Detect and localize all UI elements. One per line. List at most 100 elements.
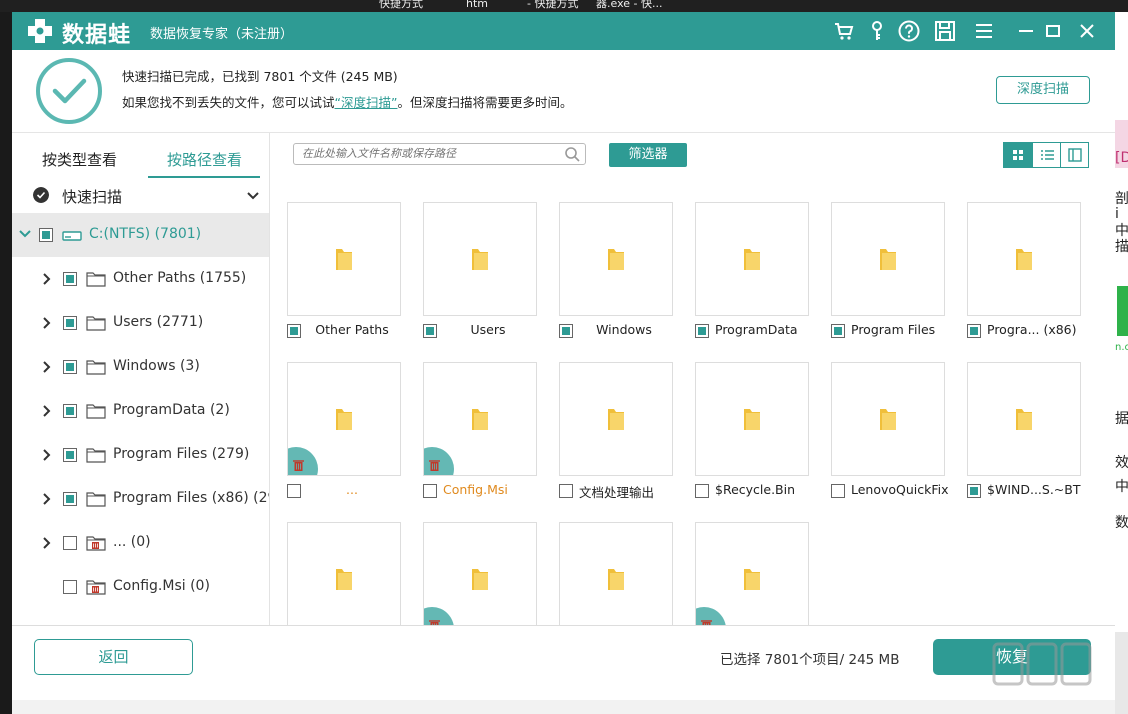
chevron-right-icon[interactable] [42, 405, 52, 417]
tab-by-path[interactable]: 按路径查看 [167, 149, 242, 170]
folder-caption: ... [287, 482, 407, 500]
chevron-right-icon[interactable] [42, 317, 52, 329]
close-icon[interactable] [1075, 19, 1099, 43]
folder-caption: Program Files [831, 322, 951, 340]
folder-caption: Config.Msi [423, 482, 543, 500]
folder-icon [86, 359, 106, 375]
chevron-down-icon[interactable] [246, 189, 260, 203]
folder-card[interactable] [967, 202, 1081, 316]
chevron-right-icon[interactable] [42, 273, 52, 285]
chevron-right-icon[interactable] [42, 493, 52, 505]
tree-checkbox[interactable] [63, 316, 77, 330]
folder-card[interactable] [967, 362, 1081, 476]
item-checkbox[interactable] [423, 484, 437, 498]
back-button[interactable]: 返回 [34, 639, 193, 675]
tree-checkbox[interactable] [63, 404, 77, 418]
tree-checkbox[interactable] [63, 448, 77, 462]
tree-drive-row[interactable]: C:(NTFS) (7801) [12, 213, 269, 257]
deep-scan-button[interactable]: 深度扫描 [996, 76, 1090, 104]
folder-card[interactable] [559, 202, 673, 316]
search-input[interactable] [293, 143, 586, 165]
tree-checkbox[interactable] [63, 492, 77, 506]
minimize-icon[interactable] [1014, 19, 1038, 43]
tree-folder-row[interactable]: Windows (3) [12, 345, 269, 389]
chevron-right-icon[interactable] [42, 537, 52, 549]
item-checkbox[interactable] [831, 324, 845, 338]
maximize-icon[interactable] [1041, 19, 1065, 43]
list-view-icon[interactable] [1032, 143, 1061, 167]
quick-scan-header[interactable]: 快速扫描 [12, 179, 269, 213]
item-checkbox[interactable] [831, 484, 845, 498]
folder-card[interactable] [695, 362, 809, 476]
folder-card[interactable] [423, 522, 537, 625]
key-icon[interactable] [865, 19, 889, 43]
tree-checkbox[interactable] [39, 228, 53, 242]
cart-icon[interactable] [832, 19, 856, 43]
folder-name: $WIND...S.~BT [987, 482, 1081, 497]
tree-label: ProgramData (2) [113, 402, 230, 418]
chevron-down-icon[interactable] [18, 228, 32, 240]
tab-by-type[interactable]: 按类型查看 [42, 149, 117, 170]
folder-name: Other Paths [315, 322, 389, 337]
trash-icon [429, 460, 440, 471]
item-checkbox[interactable] [967, 484, 981, 498]
tree-checkbox[interactable] [63, 536, 77, 550]
tree-folder-row[interactable]: ... (0) [12, 521, 269, 565]
detail-view-icon[interactable] [1060, 143, 1089, 167]
folder-icon [744, 249, 760, 270]
tree-label: ... (0) [113, 534, 151, 550]
folder-caption: ProgramData [695, 322, 815, 340]
save-icon[interactable] [933, 19, 957, 43]
item-checkbox[interactable] [967, 324, 981, 338]
tree-folder-row[interactable]: Program Files (x86) (2978 [12, 477, 269, 521]
folder-caption: Other Paths [287, 322, 407, 340]
item-checkbox[interactable] [559, 484, 573, 498]
folder-icon [86, 491, 106, 507]
tree-folder-row[interactable]: Users (2771) [12, 301, 269, 345]
item-checkbox[interactable] [423, 324, 437, 338]
folder-name: Config.Msi [443, 482, 508, 497]
folder-card[interactable] [423, 202, 537, 316]
item-checkbox[interactable] [695, 324, 709, 338]
folder-card[interactable] [287, 522, 401, 625]
tree-folder-row[interactable]: Program Files (279) [12, 433, 269, 477]
filter-button[interactable]: 筛选器 [609, 143, 687, 167]
folder-card[interactable] [423, 362, 537, 476]
tree-label: Windows (3) [113, 358, 200, 374]
folder-card[interactable] [831, 362, 945, 476]
tree-checkbox[interactable] [63, 360, 77, 374]
folder-card[interactable] [287, 202, 401, 316]
folder-card[interactable] [559, 522, 673, 625]
folder-card[interactable] [695, 202, 809, 316]
tree-checkbox[interactable] [63, 580, 77, 594]
folder-icon [86, 403, 106, 419]
folder-card[interactable] [831, 202, 945, 316]
chevron-right-icon[interactable] [42, 361, 52, 373]
folder-card[interactable] [695, 522, 809, 625]
folder-card[interactable] [559, 362, 673, 476]
tree-label: Other Paths (1755) [113, 270, 247, 286]
item-checkbox[interactable] [559, 324, 573, 338]
bg-text: 快捷方式 [379, 0, 423, 10]
folder-caption: Windows [559, 322, 679, 340]
folder-card[interactable] [287, 362, 401, 476]
help-icon[interactable] [897, 19, 921, 43]
menu-icon[interactable] [972, 19, 996, 43]
folder-name: Windows [596, 322, 652, 337]
tree-folder-row[interactable]: Config.Msi (0) [12, 565, 269, 609]
item-checkbox[interactable] [287, 324, 301, 338]
drive-icon [62, 227, 82, 243]
grid-view-icon[interactable] [1004, 143, 1032, 167]
item-checkbox[interactable] [287, 484, 301, 498]
trash-icon [293, 460, 304, 471]
tree-checkbox[interactable] [63, 272, 77, 286]
deep-scan-link[interactable]: “深度扫描” [335, 95, 398, 110]
folder-icon [608, 409, 624, 430]
background-window-right: [D 剖 i 中 描, 据 效 中 数 n.c [1115, 12, 1128, 714]
folder-icon [336, 249, 352, 270]
item-checkbox[interactable] [695, 484, 709, 498]
tree-folder-row[interactable]: ProgramData (2) [12, 389, 269, 433]
tree-folder-row[interactable]: Other Paths (1755) [12, 257, 269, 301]
search-icon[interactable] [564, 146, 580, 162]
chevron-right-icon[interactable] [42, 449, 52, 461]
